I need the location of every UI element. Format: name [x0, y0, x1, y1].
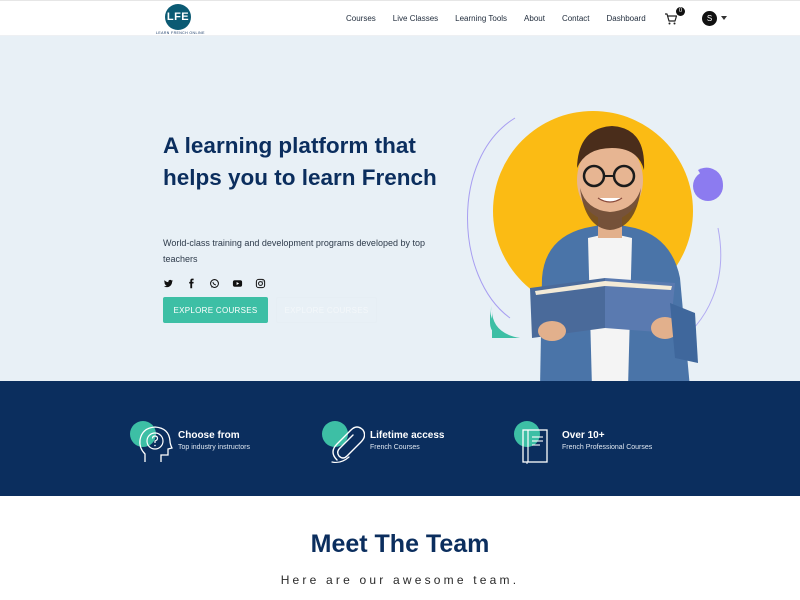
navbar: LFE LEARN FRENCH ONLINE Courses Live Cla… — [0, 0, 800, 36]
nav-link-live-classes[interactable]: Live Classes — [393, 14, 438, 26]
feature-subtitle: Top industry instructors — [178, 444, 250, 451]
nav-link-contact[interactable]: Contact — [562, 14, 590, 26]
social-links — [163, 277, 278, 289]
whatsapp-icon[interactable] — [209, 278, 220, 289]
hero-subtitle: World-class training and development pro… — [163, 238, 425, 264]
explore-courses-secondary-button[interactable]: EXPLORE COURSES — [276, 297, 377, 323]
feature-subtitle: French Professional Courses — [562, 444, 653, 451]
hero-section: A learning platform that helps you to le… — [0, 36, 800, 381]
explore-courses-button[interactable]: EXPLORE COURSES — [163, 297, 268, 323]
logo-mark: LFE — [165, 4, 191, 30]
book-icon — [522, 429, 548, 464]
twitter-icon[interactable] — [163, 278, 174, 289]
hero-illustration — [467, 111, 730, 381]
features-band: Choose from Top industry instructors Lif… — [0, 381, 800, 496]
team-section-title: Meet The Team — [310, 530, 490, 558]
nav-link-dashboard[interactable]: Dashboard — [607, 14, 646, 26]
cart-count-badge: 0 — [676, 7, 685, 16]
site-logo[interactable]: LFE LEARN FRENCH ONLINE — [156, 4, 205, 36]
chevron-down-icon[interactable] — [721, 16, 727, 20]
logo-subtitle: LEARN FRENCH ONLINE — [156, 31, 205, 35]
hero-title: A learning platform that helps you to le… — [163, 133, 437, 190]
facebook-icon[interactable] — [186, 278, 197, 289]
youtube-icon[interactable] — [232, 278, 243, 289]
paperclip-icon — [331, 426, 365, 464]
feature-title: Over 10+ — [562, 430, 605, 441]
nav-links: Courses Live Classes Learning Tools Abou… — [346, 14, 663, 26]
team-section-subtitle: Here are our awesome team. — [280, 573, 520, 587]
nav-link-courses[interactable]: Courses — [346, 14, 376, 26]
instagram-icon[interactable] — [255, 278, 266, 289]
head-question-icon — [139, 426, 173, 462]
nav-link-about[interactable]: About — [524, 14, 545, 26]
user-avatar[interactable]: S — [702, 11, 717, 26]
nav-link-learning-tools[interactable]: Learning Tools — [455, 14, 507, 26]
feature-title: Choose from — [178, 430, 240, 441]
feature-title: Lifetime access — [370, 430, 445, 441]
feature-subtitle: French Courses — [370, 444, 420, 451]
